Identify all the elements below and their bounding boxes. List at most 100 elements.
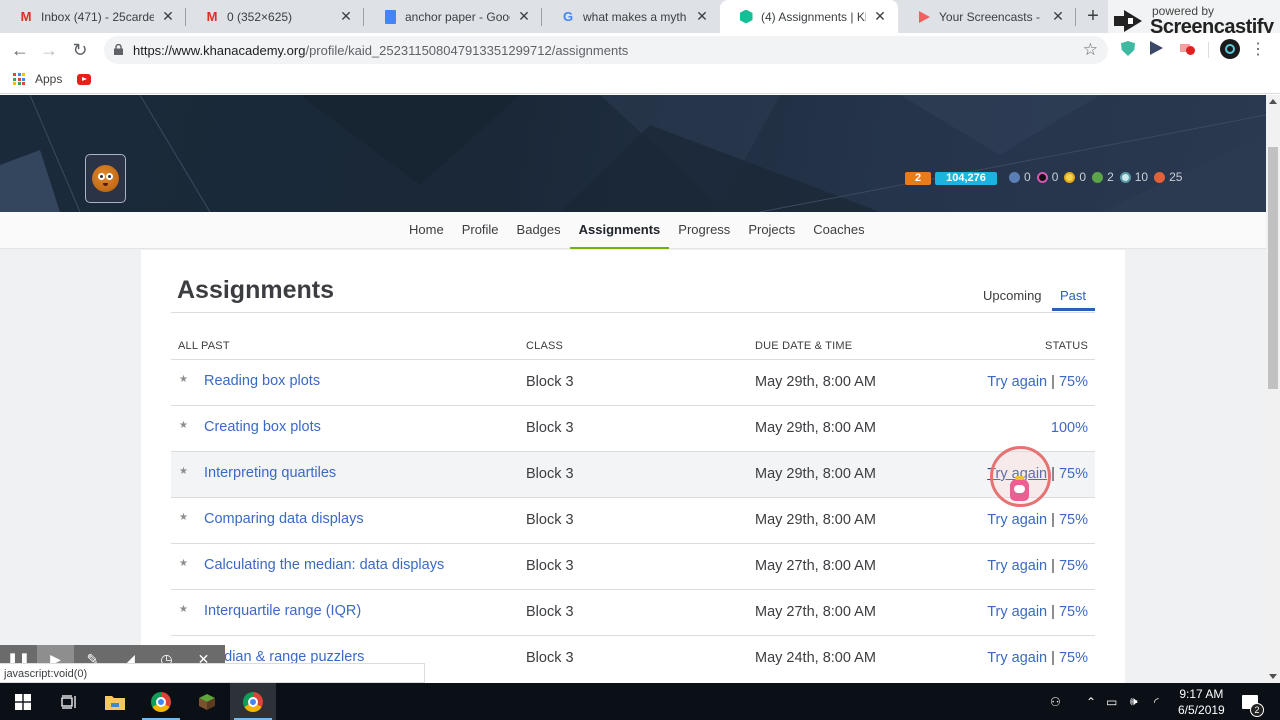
taskbar-file-explorer[interactable] [92,683,138,720]
nav-home[interactable]: Home [400,212,453,249]
tab-title: anchor paper - Google [405,9,510,24]
column-header-due: DUE DATE & TIME [755,340,853,352]
assignment-link[interactable]: Comparing data displays [204,511,364,527]
browser-tab-active[interactable]: (4) Assignments | Khan ✕ [720,0,898,33]
badge-count: 0 [1051,170,1059,184]
taskbar-minecraft[interactable] [184,683,230,720]
assignment-link[interactable]: Reading box plots [204,373,320,389]
assignments-table: ★ Reading box plots Block 3 May 29th, 8:… [171,359,1095,681]
nav-profile[interactable]: Profile [453,212,508,249]
close-tab-icon[interactable]: ✕ [694,8,710,25]
cursor-extension-icon[interactable] [1150,41,1166,57]
page-scrollbar[interactable] [1266,95,1280,683]
nav-progress[interactable]: Progress [669,212,739,249]
youtube-bookmark-icon[interactable] [77,74,91,85]
tab-title: 0 (352×625) [227,9,293,24]
browser-tab[interactable]: G what makes a myth - G ✕ [542,0,720,33]
star-icon: ★ [179,374,188,385]
task-view-button[interactable] [46,683,92,720]
toolbar-divider [1208,42,1209,58]
nav-coaches[interactable]: Coaches [804,212,873,249]
assignment-link[interactable]: Calculating the median: data displays [204,557,444,573]
try-again-link[interactable]: Try again [987,512,1047,528]
screencastify-extension-icon[interactable] [1180,41,1196,57]
start-button[interactable] [0,683,46,720]
class-name: Block 3 [526,466,574,482]
browser-tab[interactable]: anchor paper - Google ✕ [364,0,542,33]
table-row: ★ Calculating the median: data displays … [171,543,1095,589]
score: 75% [1058,512,1088,528]
table-row: ★ Interpreting quartiles Block 3 May 29t… [171,451,1095,497]
assignment-link[interactable]: Interquartile range (IQR) [204,603,361,619]
action-center-button[interactable]: 2 [1242,683,1264,720]
try-again-link[interactable]: Try again [987,604,1047,620]
close-tab-icon[interactable]: ✕ [1050,8,1066,25]
close-tab-icon[interactable]: ✕ [160,8,176,25]
browser-tab[interactable]: M Inbox (471) - 25cardena ✕ [0,0,186,33]
energy-points-badge: 104,276 [935,172,997,185]
shield-extension-icon[interactable] [1121,41,1137,57]
separator: | [1051,650,1055,666]
close-tab-icon[interactable]: ✕ [872,8,888,25]
nav-badges[interactable]: Badges [508,212,570,249]
close-tab-icon[interactable]: ✕ [516,8,532,25]
new-tab-button[interactable]: + [1082,5,1104,27]
try-again-link[interactable]: Try again [987,650,1047,666]
badge-count: 10 [1134,170,1149,184]
people-icon[interactable]: ⚇ [1050,683,1061,720]
chrome-menu-icon[interactable]: ⋮ [1247,39,1269,61]
status-cell: Try again | 75% [987,604,1088,620]
url-host: https://www.khanacademy.org [133,43,306,58]
cursor-character-icon [1010,476,1029,501]
address-bar[interactable]: https://www.khanacademy.org/profile/kaid… [104,36,1108,64]
moon-badge-icon [1092,171,1104,183]
try-again-link[interactable]: Try again [987,558,1047,574]
apps-grid-icon[interactable] [13,73,25,85]
page-title: Assignments [177,276,334,304]
close-tab-icon[interactable]: ✕ [338,8,354,25]
browser-tab-strip: M Inbox (471) - 25cardena ✕ M 0 (352×625… [0,0,1280,33]
reload-button[interactable]: ↻ [69,39,91,61]
scroll-down-arrow-icon[interactable] [1269,674,1277,679]
show-hidden-icons[interactable]: ⌃ [1086,683,1096,720]
windows-logo-icon [15,693,31,710]
assignment-link[interactable]: Interpreting quartiles [204,465,336,481]
filter-upcoming[interactable]: Upcoming [983,288,1042,303]
filter-past[interactable]: Past [1060,288,1086,303]
due-date: May 24th, 8:00 AM [755,650,876,666]
battery-icon[interactable]: ▭ [1106,683,1117,720]
table-row: ★ Comparing data displays Block 3 May 29… [171,497,1095,543]
gmail-icon: M [20,9,32,24]
separator: | [1051,604,1055,620]
browser-tab[interactable]: M 0 (352×625) ✕ [186,0,364,33]
tab-title: Your Screencasts - Scre [939,9,1044,24]
browser-tab[interactable]: Your Screencasts - Scre ✕ [898,0,1076,33]
nav-assignments[interactable]: Assignments [569,212,670,249]
profile-avatar[interactable] [1220,39,1240,59]
profile-avatar[interactable] [85,154,126,203]
column-header-class: CLASS [526,340,564,352]
challenge-patch-icon [1154,171,1166,183]
score: 75% [1058,558,1088,574]
taskbar-chrome[interactable] [138,683,184,720]
bookmark-apps[interactable]: Apps [35,72,62,86]
nav-projects[interactable]: Projects [739,212,804,249]
chrome-icon [243,691,263,712]
wifi-icon[interactable]: ◜ [1154,683,1159,720]
scroll-up-arrow-icon[interactable] [1269,99,1277,104]
bookmark-star-icon[interactable]: ☆ [1083,40,1098,60]
class-name: Block 3 [526,650,574,666]
badge-count: 2 [1107,170,1114,184]
try-again-link[interactable]: Try again [987,374,1047,390]
volume-icon[interactable]: 🕪 [1130,683,1138,720]
forward-button[interactable]: → [38,39,60,61]
back-button[interactable]: ← [9,39,31,61]
windows-taskbar: ⚇ ⌃ ▭ 🕪 ◜ 9:17 AM 6/5/2019 2 [0,683,1280,720]
separator: | [1051,558,1055,574]
taskbar-chrome-active[interactable] [230,683,276,720]
assignment-link[interactable]: Creating box plots [204,419,321,435]
sun-badge-icon [1036,171,1048,183]
black-hole-badge-icon [1009,171,1020,183]
system-clock[interactable]: 9:17 AM 6/5/2019 [1178,686,1225,718]
scrollbar-thumb[interactable] [1268,147,1278,389]
